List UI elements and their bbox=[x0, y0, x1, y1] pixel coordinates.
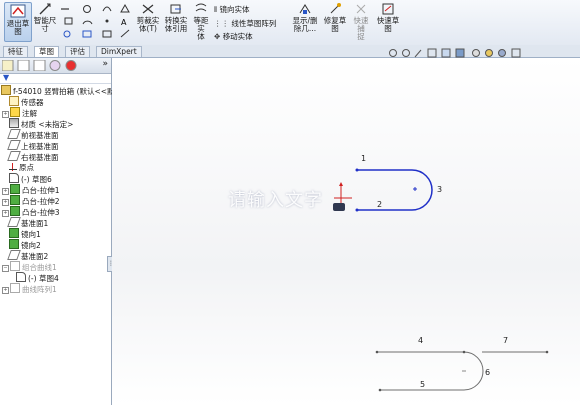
arc-center-mark bbox=[413, 187, 417, 191]
segment-label: 7 bbox=[503, 336, 509, 345]
segment-label: 2 bbox=[377, 200, 383, 209]
origin-arrow-icon bbox=[339, 182, 343, 186]
lower-slot-profile bbox=[377, 351, 484, 391]
segment-label: 1 bbox=[361, 154, 367, 163]
sketch-endpoint bbox=[355, 208, 359, 212]
sketch-endpoint bbox=[355, 168, 359, 172]
camera-origin-icon bbox=[333, 203, 345, 211]
segment-label: 5 bbox=[420, 380, 426, 389]
slot-sketch-profile bbox=[357, 169, 433, 211]
origin-axes bbox=[334, 183, 352, 205]
segment-label: 6 bbox=[485, 368, 491, 377]
segment-label: 3 bbox=[437, 185, 443, 194]
segment-label: 4 bbox=[418, 336, 424, 345]
watermark-text: 请输入文字 bbox=[228, 190, 323, 211]
